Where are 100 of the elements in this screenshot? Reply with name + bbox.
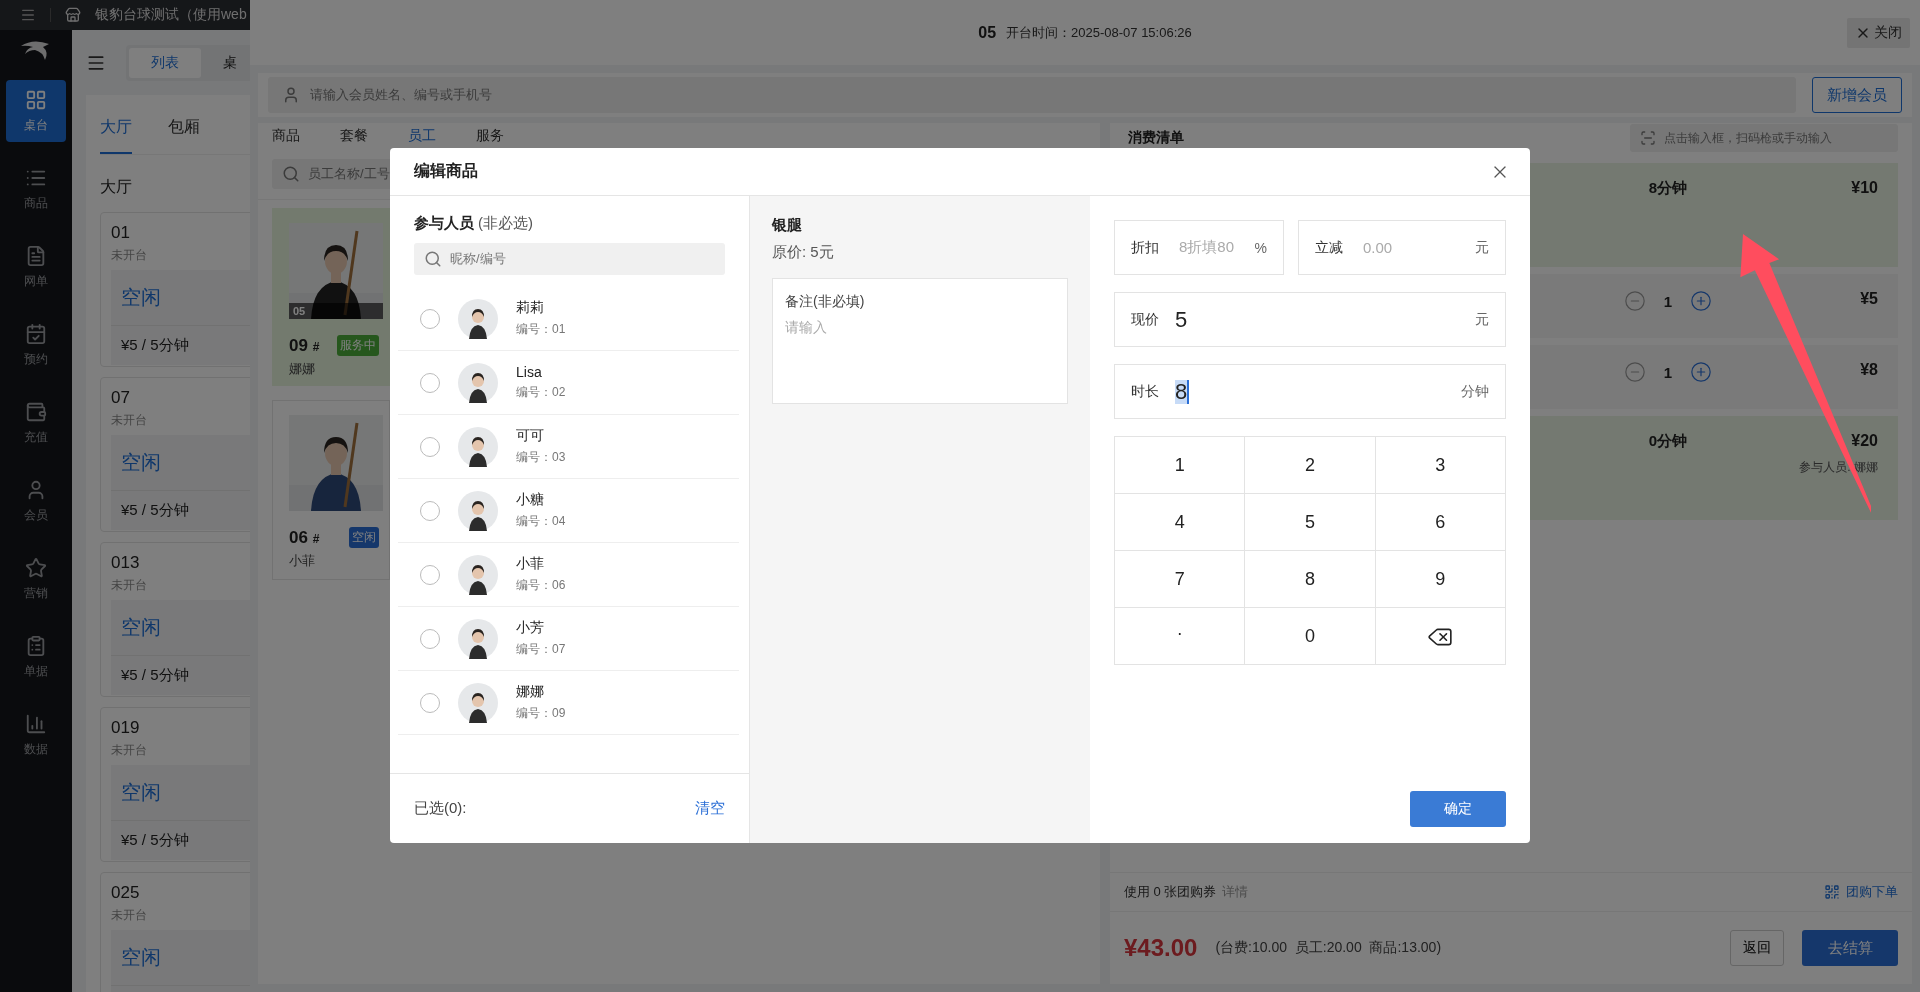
table-number: 05	[978, 23, 997, 42]
document-icon	[25, 244, 47, 267]
bar-chart-icon	[25, 712, 47, 735]
keypad-key[interactable]: 3	[1375, 437, 1506, 494]
group-order-link[interactable]: 团购下单	[1824, 883, 1898, 901]
keypad-key[interactable]: 1	[1115, 437, 1246, 494]
sidebar-item[interactable]: 单据	[6, 626, 66, 688]
staff-row[interactable]: 可可 编号：03	[398, 415, 739, 479]
add-member-button[interactable]: 新增会员	[1812, 77, 1902, 113]
keypad-key[interactable]: 7	[1115, 551, 1246, 608]
note-field[interactable]: 备注(非必填) 请输入	[772, 278, 1068, 404]
table-state: 未开台	[111, 412, 147, 429]
staff-row[interactable]: 小糖 编号：04	[398, 479, 739, 543]
scan-icon	[1640, 130, 1656, 146]
radio-button[interactable]	[420, 628, 440, 649]
keypad-key[interactable]: 0	[1245, 608, 1376, 665]
sidebar-item[interactable]: 充值	[6, 392, 66, 454]
clipboard-icon	[25, 634, 47, 657]
item-price: ¥20	[1850, 432, 1878, 451]
radio-button[interactable]	[420, 436, 440, 457]
unit: 元	[1475, 310, 1489, 329]
avatar	[458, 362, 498, 403]
staff-code: 编号：01	[516, 321, 566, 338]
staff-name: 可可	[516, 427, 545, 445]
backspace-key[interactable]	[1375, 608, 1506, 665]
item-price: ¥10	[1850, 179, 1878, 198]
sidebar-item[interactable]: 商品	[6, 158, 66, 220]
quantity: 1	[1663, 292, 1673, 310]
category-tab[interactable]: 商品	[272, 127, 300, 145]
table-price: ¥5 / 5分钟	[121, 666, 189, 685]
staff-row[interactable]: 小菲 编号：06	[398, 543, 739, 607]
staff-row[interactable]: 娜娜 编号：09	[398, 671, 739, 735]
staff-code: 编号：07	[516, 641, 566, 658]
keypad-key[interactable]: 2	[1245, 437, 1376, 494]
status-badge: 服务中	[337, 335, 379, 356]
keypad-key[interactable]: 4	[1115, 494, 1246, 551]
table-status: 空闲	[121, 945, 161, 970]
person-icon	[282, 86, 300, 104]
sidebar-item[interactable]: 营销	[6, 548, 66, 610]
price-field[interactable]: 现价 5 元	[1114, 292, 1506, 347]
avatar	[458, 298, 498, 339]
bill-title: 消费清单	[1128, 129, 1184, 147]
category-tab[interactable]: 员工	[408, 127, 436, 145]
radio-button[interactable]	[420, 692, 440, 713]
minus-icon[interactable]	[1623, 290, 1646, 312]
keypad-key[interactable]: 9	[1375, 551, 1506, 608]
area-title: 大厅	[100, 177, 132, 197]
area-tab[interactable]: 包厢	[168, 117, 200, 154]
close-button[interactable]: 关闭	[1847, 17, 1910, 48]
staff-search-field[interactable]: 昵称/编号	[414, 243, 725, 275]
menu-icon[interactable]	[20, 7, 36, 23]
staff-row[interactable]: 小芳 编号：07	[398, 607, 739, 671]
item-price: ¥8	[1859, 361, 1878, 380]
sidebar-item[interactable]: 预约	[6, 314, 66, 376]
staff-card[interactable]: 06 # 空闲 小菲	[272, 400, 390, 580]
price-field[interactable]: 折扣 8折填80 %	[1114, 220, 1284, 275]
staff-card[interactable]: 05 09 # 服务中 娜娜	[272, 208, 390, 386]
plus-icon[interactable]	[1690, 361, 1713, 383]
item-note: 参与人员: 娜娜	[1798, 459, 1878, 476]
radio-button[interactable]	[420, 308, 440, 329]
category-tab[interactable]: 套餐	[340, 127, 368, 145]
sidebar-item[interactable]: 桌台	[6, 80, 66, 142]
category-tab[interactable]: 服务	[476, 127, 504, 145]
avatar	[458, 554, 498, 595]
staff-row[interactable]: Lisa 编号：02	[398, 351, 739, 415]
sidebar-item[interactable]: 网单	[6, 236, 66, 298]
checkout-button[interactable]: 去结算	[1802, 930, 1898, 966]
radio-button[interactable]	[420, 500, 440, 521]
table-number: 07	[111, 388, 130, 408]
radio-button[interactable]	[420, 564, 440, 585]
staff-row[interactable]: 莉莉 编号：01	[398, 287, 739, 351]
sidebar-item[interactable]: 数据	[6, 704, 66, 766]
radio-button[interactable]	[420, 372, 440, 393]
table-price: ¥5 / 5分钟	[121, 831, 189, 850]
staff-code: 编号：09	[516, 705, 566, 722]
amount-breakdown: (台费:10.00 员工:20.00 商品:13.00)	[1215, 939, 1442, 957]
table-number: 01	[111, 223, 130, 243]
note-label: 备注(非必填)	[785, 293, 866, 311]
search-icon	[282, 165, 300, 183]
price-field[interactable]: 立减 0.00 元	[1298, 220, 1506, 275]
price-field[interactable]: 时长 8 分钟	[1114, 364, 1506, 419]
clear-link[interactable]: 清空	[695, 799, 725, 818]
confirm-button[interactable]: 确定	[1410, 791, 1506, 827]
minus-icon[interactable]	[1623, 361, 1646, 383]
field-value: 5	[1175, 307, 1189, 332]
plus-icon[interactable]	[1690, 290, 1713, 312]
view-tab[interactable]: 列表	[129, 47, 201, 78]
staff-name: 小糖	[516, 491, 545, 509]
unit: 元	[1475, 238, 1489, 257]
keypad-key[interactable]: 5	[1245, 494, 1376, 551]
coupon-text: 使用 0 张团购券	[1124, 883, 1217, 901]
back-button[interactable]: 返回	[1730, 930, 1784, 966]
avatar	[458, 426, 498, 467]
keypad-key[interactable]: 6	[1375, 494, 1506, 551]
sidebar-item[interactable]: 会员	[6, 470, 66, 532]
area-tab[interactable]: 大厅	[100, 117, 132, 154]
keypad-key[interactable]: 8	[1245, 551, 1376, 608]
table-number: 019	[111, 718, 140, 738]
unit: %	[1254, 239, 1267, 256]
keypad-key[interactable]: .	[1115, 608, 1246, 665]
